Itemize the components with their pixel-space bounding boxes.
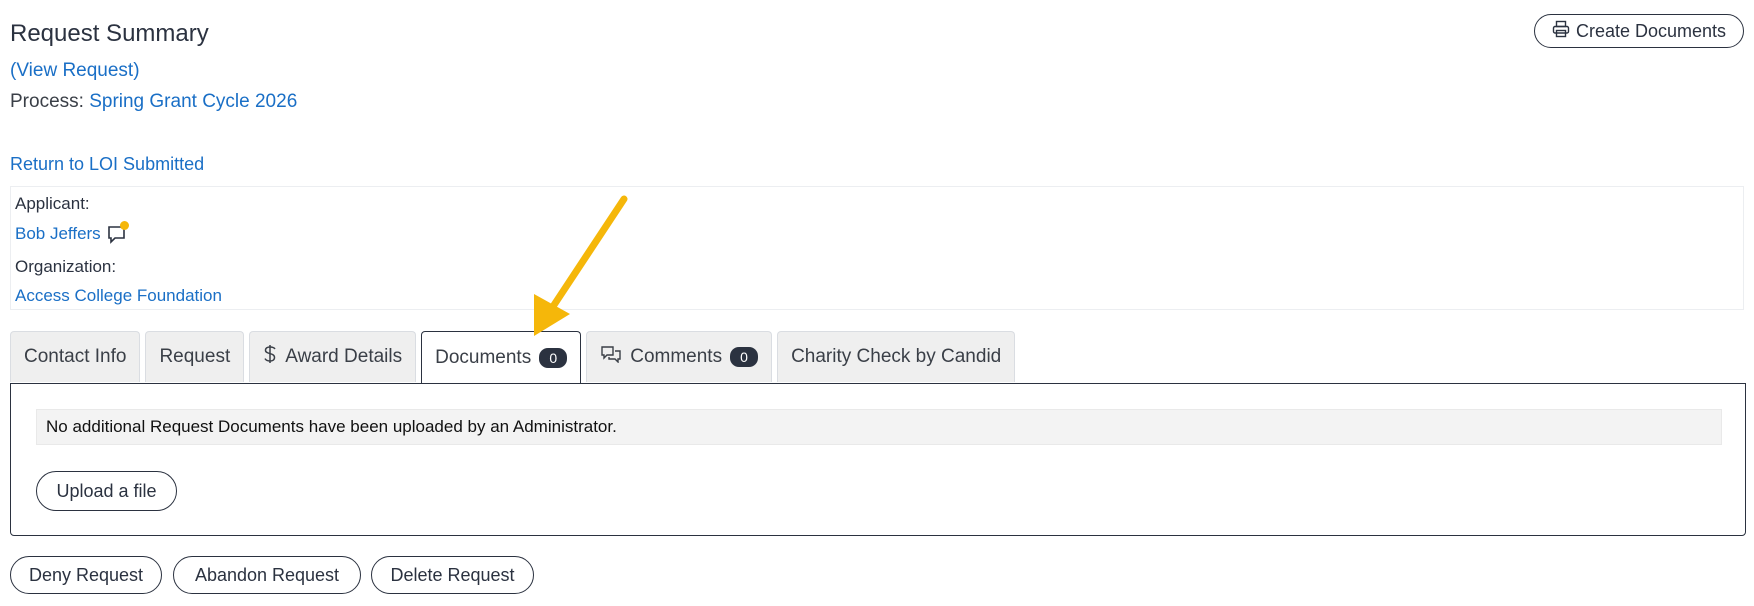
process-link[interactable]: Spring Grant Cycle 2026 [89, 91, 297, 112]
upload-file-button[interactable]: Upload a file [36, 471, 177, 511]
return-to-loi-link[interactable]: Return to LOI Submitted [10, 154, 204, 175]
create-documents-button[interactable]: Create Documents [1534, 14, 1744, 48]
create-documents-label: Create Documents [1575, 20, 1727, 41]
applicant-label: Applicant: [15, 194, 90, 213]
dollar-icon [263, 344, 277, 370]
documents-count-badge: 0 [539, 347, 568, 368]
deny-request-button[interactable]: Deny Request [10, 556, 162, 594]
process-label: Process: [10, 91, 84, 112]
tab-label: Request [159, 346, 231, 367]
comments-icon [600, 345, 622, 369]
applicant-name-link[interactable]: Bob Jeffers [15, 224, 101, 244]
tab-comments[interactable]: Comments 0 [586, 331, 773, 382]
tab-label: Documents [435, 346, 532, 368]
abandon-request-button[interactable]: Abandon Request [173, 556, 361, 594]
tab-request[interactable]: Request [145, 331, 245, 382]
chat-icon[interactable] [107, 221, 129, 245]
organization-label: Organization: [15, 257, 117, 276]
printer-icon [1552, 20, 1570, 43]
applicant-row: Bob Jeffers [15, 221, 129, 245]
notification-dot [119, 221, 129, 230]
tab-label: Contact Info [24, 346, 127, 367]
tab-contact-info[interactable]: Contact Info [10, 331, 141, 382]
documents-panel: No additional Request Documents have bee… [10, 383, 1746, 536]
tab-label: Comments [630, 346, 723, 367]
tab-charity-check[interactable]: Charity Check by Candid [777, 331, 1016, 382]
view-request-link[interactable]: (View Request) [10, 60, 140, 82]
tab-award-details[interactable]: Award Details [249, 331, 417, 382]
process-line: Process: Spring Grant Cycle 2026 [10, 91, 297, 113]
applicant-info-panel: Applicant: Bob Jeffers Organization: Acc… [10, 186, 1744, 310]
tab-label: Award Details [285, 346, 403, 367]
page-title: Request Summary [10, 20, 209, 47]
tab-documents[interactable]: Documents 0 [421, 331, 582, 383]
comments-count-badge: 0 [730, 347, 759, 367]
tab-label: Charity Check by Candid [791, 346, 1002, 367]
delete-request-button[interactable]: Delete Request [371, 556, 534, 594]
request-tabs: Contact Info Request Award Details Docum… [10, 331, 1016, 383]
no-documents-notice: No additional Request Documents have bee… [36, 409, 1722, 445]
organization-name-link[interactable]: Access College Foundation [15, 286, 222, 306]
